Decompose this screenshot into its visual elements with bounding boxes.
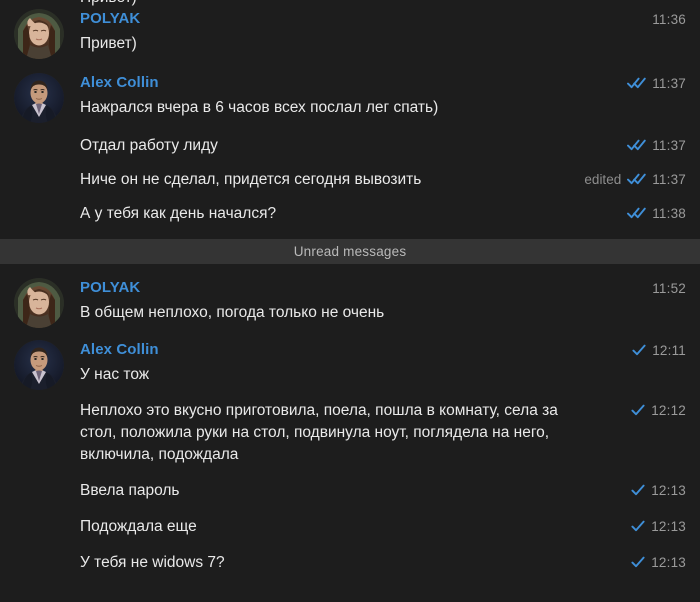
- message-time: 11:37: [652, 171, 686, 187]
- message-meta: 12:13: [631, 552, 686, 572]
- message-row[interactable]: Неплохо это вкусно приготовила, поела, п…: [80, 400, 686, 466]
- message-row[interactable]: У тебя не widows 7? 12:13: [80, 552, 686, 574]
- edited-label: edited: [584, 171, 622, 187]
- clipped-message-top: Привет): [0, 0, 700, 9]
- message-group-alex-1: Alex Collin Нажрался вчера в 6 часов все…: [0, 73, 700, 225]
- unread-messages-divider: Unread messages: [0, 239, 700, 264]
- message-bubble: А у тебя как день начался?: [80, 203, 615, 225]
- double-check-icon: [627, 206, 646, 220]
- message-text: В общем неплохо, погода только не очень: [80, 304, 385, 321]
- sender-name[interactable]: POLYAK: [80, 278, 640, 298]
- message-text: Подождала еще: [80, 518, 197, 535]
- clipped-message-text: Привет): [80, 0, 137, 7]
- message-row[interactable]: Подождала еще 12:13: [80, 516, 686, 538]
- message-row[interactable]: Alex Collin У нас тож 12:11: [80, 340, 686, 386]
- message-group-polyak-2: POLYAK В общем неплохо, погода только не…: [0, 278, 700, 328]
- message-group-polyak-1: POLYAK Привет) 11:36: [0, 9, 700, 59]
- man-avatar-image: [14, 340, 64, 390]
- message-bubble: Неплохо это вкусно приготовила, поела, п…: [80, 400, 619, 466]
- message-meta: 12:11: [632, 340, 686, 360]
- single-check-icon: [631, 519, 645, 533]
- message-group-alex-2: Alex Collin У нас тож 12:11 Неплохо это …: [0, 340, 700, 574]
- message-bubble: Отдал работу лиду: [80, 135, 615, 157]
- man-avatar-image: [14, 73, 64, 123]
- message-row[interactable]: Alex Collin Нажрался вчера в 6 часов все…: [80, 73, 686, 119]
- message-bubble: POLYAK Привет): [80, 9, 640, 55]
- message-time: 11:37: [652, 75, 686, 91]
- message-text: Неплохо это вкусно приготовила, поела, п…: [80, 402, 563, 463]
- message-row[interactable]: Ниче он не сделал, придется сегодня выво…: [80, 169, 686, 191]
- message-text: Нажрался вчера в 6 часов всех послал лег…: [80, 99, 439, 116]
- sender-name[interactable]: Alex Collin: [80, 340, 620, 360]
- avatar[interactable]: [14, 73, 64, 123]
- message-bubble: Ввела пароль: [80, 480, 619, 502]
- message-meta: 11:38: [627, 203, 686, 223]
- sender-name[interactable]: Alex Collin: [80, 73, 615, 93]
- message-meta: 11:52: [652, 278, 686, 298]
- message-time: 12:12: [651, 402, 686, 418]
- double-check-icon: [627, 138, 646, 152]
- chat-message-list[interactable]: Привет): [0, 0, 700, 602]
- message-text: Ниче он не сделал, придется сегодня выво…: [80, 171, 422, 188]
- message-row[interactable]: Ввела пароль 12:13: [80, 480, 686, 502]
- message-time: 11:38: [652, 205, 686, 221]
- message-time: 11:36: [652, 11, 686, 27]
- message-bubble: Alex Collin У нас тож: [80, 340, 620, 386]
- message-time: 11:52: [652, 280, 686, 296]
- woman-avatar-image: [14, 278, 64, 328]
- avatar[interactable]: [14, 9, 64, 59]
- message-time: 12:11: [652, 342, 686, 358]
- avatar[interactable]: [14, 278, 64, 328]
- message-bubble: Ниче он не сделал, придется сегодня выво…: [80, 169, 572, 191]
- message-text: У нас тож: [80, 366, 150, 383]
- double-check-icon: [627, 76, 646, 90]
- message-time: 12:13: [651, 518, 686, 534]
- single-check-icon: [631, 483, 645, 497]
- sender-name[interactable]: POLYAK: [80, 9, 640, 29]
- message-meta: 12:12: [631, 400, 686, 420]
- message-text: А у тебя как день начался?: [80, 205, 277, 222]
- double-check-icon: [627, 172, 646, 186]
- message-meta: 11:36: [652, 9, 686, 29]
- avatar[interactable]: [14, 340, 64, 390]
- message-text: Привет): [80, 35, 137, 52]
- message-time: 11:37: [652, 137, 686, 153]
- message-row[interactable]: Отдал работу лиду 11:37: [80, 135, 686, 157]
- message-time: 12:13: [651, 554, 686, 570]
- message-meta: 12:13: [631, 516, 686, 536]
- message-time: 12:13: [651, 482, 686, 498]
- single-check-icon: [631, 403, 645, 417]
- single-check-icon: [632, 343, 646, 357]
- message-meta: 12:13: [631, 480, 686, 500]
- message-meta: edited 11:37: [584, 169, 686, 189]
- message-bubble: Подождала еще: [80, 516, 619, 538]
- message-bubble: POLYAK В общем неплохо, погода только не…: [80, 278, 640, 324]
- message-row[interactable]: А у тебя как день начался? 11:38: [80, 203, 686, 225]
- woman-avatar-image: [14, 9, 64, 59]
- message-text: Ввела пароль: [80, 482, 180, 499]
- message-meta: 11:37: [627, 135, 686, 155]
- message-text: Отдал работу лиду: [80, 137, 218, 154]
- message-bubble: Alex Collin Нажрался вчера в 6 часов все…: [80, 73, 615, 119]
- message-row[interactable]: POLYAK Привет) 11:36: [80, 9, 686, 55]
- message-meta: 11:37: [627, 73, 686, 93]
- single-check-icon: [631, 555, 645, 569]
- message-bubble: У тебя не widows 7?: [80, 552, 619, 574]
- message-text: У тебя не widows 7?: [80, 554, 225, 571]
- message-row[interactable]: POLYAK В общем неплохо, погода только не…: [80, 278, 686, 324]
